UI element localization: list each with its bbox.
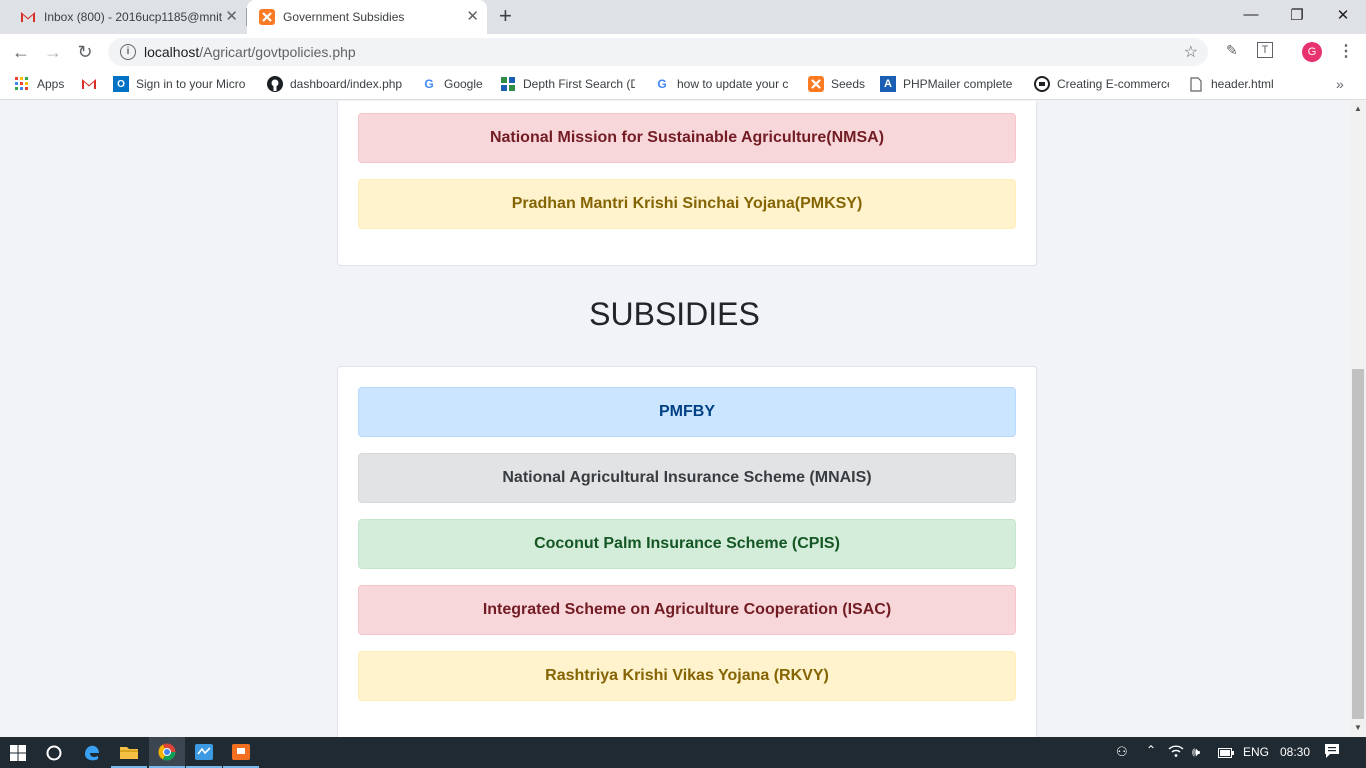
scroll-up-arrow-icon[interactable]: ▲ [1350,104,1366,113]
chrome-icon[interactable] [149,737,185,768]
bookmark-seeds[interactable]: Seeds [808,76,865,92]
scrollbar-thumb[interactable] [1352,369,1364,719]
bookmark-apps[interactable]: Apps [14,76,64,92]
restore-button[interactable]: ❐ [1282,6,1312,24]
bookmark-header-html[interactable]: header.html [1188,76,1274,92]
text-extension-icon[interactable]: T [1257,42,1273,58]
bookmark-microsoft-signin[interactable]: O Sign in to your Micro [113,76,248,92]
page-scrollbar[interactable]: ▲ ▼ [1350,101,1366,737]
page-viewport: National Mission for Sustainable Agricul… [0,101,1350,737]
bookmark-label: Depth First Search (D [523,77,635,91]
policies-card: National Mission for Sustainable Agricul… [337,101,1037,266]
cortana-icon[interactable] [36,737,72,768]
bookmark-dashboard[interactable]: dashboard/index.php [267,76,404,92]
file-explorer-icon[interactable] [111,737,147,768]
file-icon [1188,76,1204,92]
tab-government-subsidies[interactable]: Government Subsidies ✕ [247,0,487,34]
close-tab-icon[interactable]: ✕ [466,9,479,25]
scroll-down-arrow-icon[interactable]: ▼ [1350,723,1366,732]
whiteboard-icon[interactable] [186,737,222,768]
tab-gmail-inbox[interactable]: Inbox (800) - 2016ucp1185@mnit ✕ [10,0,246,34]
gmail-icon [81,76,97,92]
show-hidden-icons-chevron-icon[interactable]: ⌃ [1146,743,1156,757]
bookmarks-overflow-icon[interactable]: » [1336,76,1344,92]
xampp-icon [259,9,275,25]
tab-title: Government Subsidies [283,10,405,24]
url-host: localhost [144,44,200,60]
bookmark-label: Creating E-commerce [1057,77,1169,91]
github-icon [267,76,283,92]
chrome-menu-icon[interactable]: ⋮ [1338,41,1354,61]
bookmark-label: dashboard/index.php [290,77,403,91]
subsidy-item-rkvy[interactable]: Rashtriya Krishi Vikas Yojana (RKVY) [358,651,1016,701]
bookmark-how-to-update[interactable]: G how to update your c [654,76,789,92]
google-icon: G [657,77,667,91]
minimize-button[interactable]: — [1236,6,1266,23]
clock[interactable]: 08:30 [1280,745,1310,759]
address-bar[interactable]: i localhost/Agricart/govtpolicies.php ☆ [108,38,1208,66]
xampp-icon [808,76,824,92]
notifications-icon[interactable] [1324,743,1340,762]
tab-title: Inbox (800) - 2016ucp1185@mnit [44,10,222,24]
reload-button[interactable]: ↻ [74,41,96,63]
browser-toolbar: ← → ↻ i localhost/Agricart/govtpolicies.… [0,34,1366,70]
gmail-icon [20,9,36,25]
bookmark-label: Sign in to your Micro [136,77,246,91]
bookmark-label: PHPMailer complete [903,77,1013,91]
apps-grid-icon [14,76,30,92]
subsidy-item-cpis[interactable]: Coconut Palm Insurance Scheme (CPIS) [358,519,1016,569]
url-path: /Agricart/govtpolicies.php [199,44,356,60]
dfs-site-icon [500,76,516,92]
bookmark-label: header.html [1211,77,1274,91]
subsidies-heading: SUBSIDIES [589,296,760,332]
tab-strip: Inbox (800) - 2016ucp1185@mnit ✕ Governm… [0,0,1366,34]
google-icon: G [424,77,434,91]
site-info-icon[interactable]: i [120,44,136,60]
bookmark-depth-first-search[interactable]: Depth First Search (D [500,76,635,92]
phpmailer-icon: A [880,76,896,92]
bookmark-label: Apps [37,77,65,91]
subsidy-item-pmfby[interactable]: PMFBY [358,387,1016,437]
policy-item-pmksy[interactable]: Pradhan Mantri Krishi Sinchai Yojana(PMK… [358,179,1016,229]
profile-avatar[interactable]: G [1302,42,1322,62]
outlook-icon: O [113,76,129,92]
volume-icon[interactable]: 🕪 [1192,744,1200,760]
bookmark-label: how to update your c [677,77,789,91]
subsidy-item-mnais[interactable]: National Agricultural Insurance Scheme (… [358,453,1016,503]
bookmark-phpmailer[interactable]: A PHPMailer complete [880,76,1015,92]
windows-taskbar: ⚇ ⌃ 🕪 ENG 08:30 [0,737,1366,768]
eyedropper-extension-icon[interactable]: ✎ [1226,42,1238,59]
bookmark-label: Google [444,77,483,91]
close-tab-icon[interactable]: ✕ [225,9,238,25]
powerpoint-icon[interactable] [223,737,259,768]
subsidy-item-isac[interactable]: Integrated Scheme on Agriculture Coopera… [358,585,1016,635]
bookmark-gmail[interactable] [81,76,104,92]
battery-icon[interactable] [1218,747,1234,761]
policy-item-nmsa[interactable]: National Mission for Sustainable Agricul… [358,113,1016,163]
bookmark-star-icon[interactable]: ☆ [1184,42,1198,62]
wifi-icon[interactable] [1168,744,1184,761]
bookmark-creating-ecommerce[interactable]: Creating E-commerce [1034,76,1169,92]
subsidies-card: PMFBY National Agricultural Insurance Sc… [337,366,1037,737]
language-indicator[interactable]: ENG [1243,745,1269,759]
bookmark-label: Seeds [831,77,866,91]
people-icon[interactable]: ⚇ [1116,744,1128,760]
ecommerce-site-icon [1034,76,1050,92]
bookmarks-bar: Apps O Sign in to your Micro dashboard/i… [0,70,1366,100]
edge-icon[interactable] [74,737,110,768]
forward-button[interactable]: → [42,41,64,63]
close-window-button[interactable]: ✕ [1328,6,1358,24]
windows-start-icon[interactable] [0,737,36,768]
back-button[interactable]: ← [10,41,32,63]
new-tab-button[interactable]: + [499,5,512,27]
bookmark-google[interactable]: G Google [421,76,483,92]
